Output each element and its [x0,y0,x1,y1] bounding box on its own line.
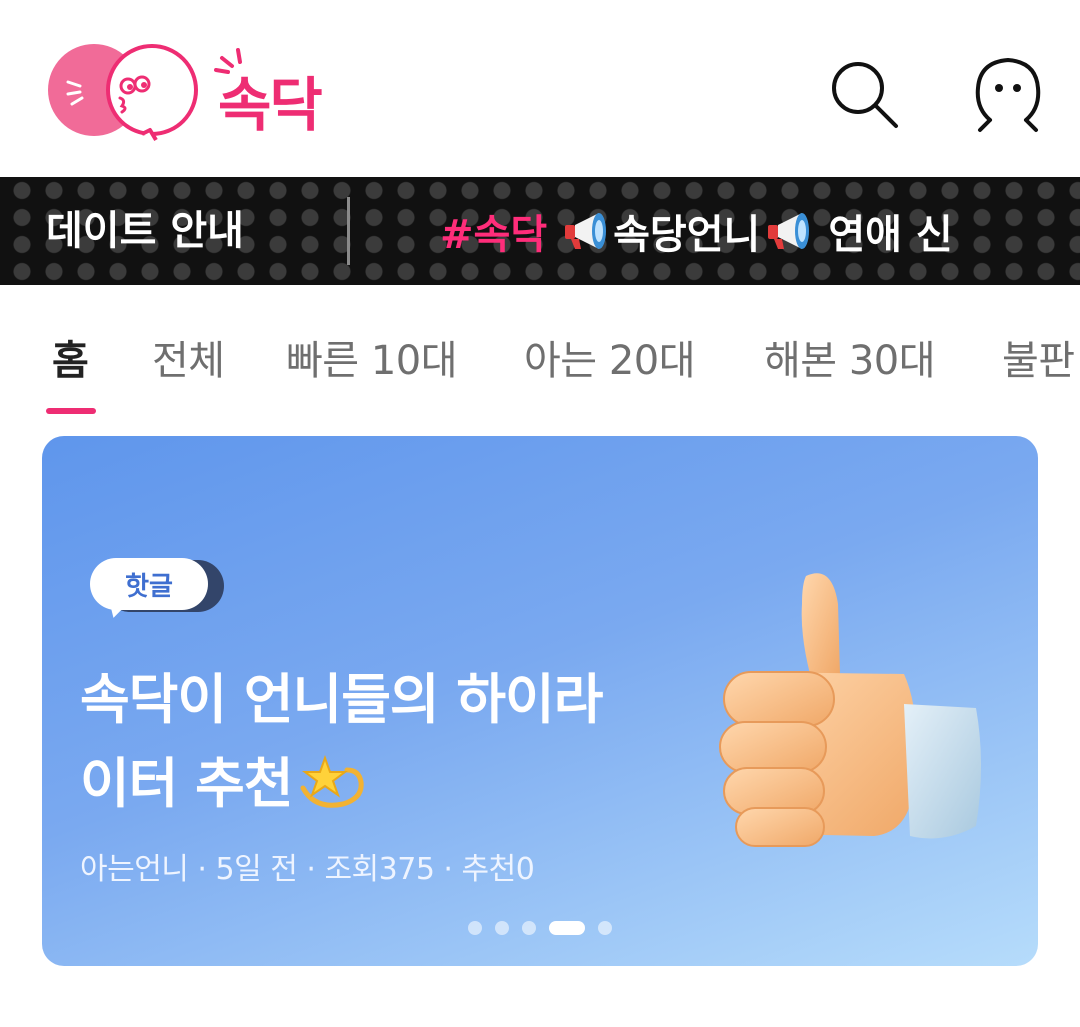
tab-teens[interactable]: 빠른 10대 [286,328,458,386]
tab-thirties[interactable]: 해본 30대 [764,328,936,386]
tab-all[interactable]: 전체 [152,328,225,386]
notice-ticker[interactable]: #속닥 속당언니 연애 신 [440,177,1080,285]
banner-title-line2-wrap: 이터 추천 [80,742,680,826]
ticker-item: 속당언니 [613,212,761,258]
thumbs-up-icon [719,573,981,847]
banner-meta: 아는언니 · 5일 전 · 조회375 · 추천0 [80,852,535,887]
dizzy-star-icon [300,755,364,808]
logo-wordmark: 속닥 [218,71,323,139]
notice-label: 데이트 안내 [46,208,244,254]
hot-badge: 핫글 [90,558,230,622]
app-screen: 속닥 데이트 안내 #속닥 속당언니 연애 신 홈 전체 빠른 10대 아는 2… [0,0,1080,1027]
carousel-dot-active[interactable] [549,921,585,935]
category-tabs: 홈 전체 빠른 10대 아는 20대 해본 30대 불판 [0,300,1080,420]
hot-badge-label: 핫글 [90,558,208,610]
notice-divider [347,197,350,265]
profile-icon[interactable] [970,54,1046,134]
carousel-dot[interactable] [495,921,509,935]
megaphone-icon [768,213,810,249]
banner-title-line2: 이터 추천 [80,752,294,815]
search-icon[interactable] [826,56,902,132]
carousel-dots [468,920,625,936]
tab-twenties[interactable]: 아는 20대 [524,328,696,386]
carousel-dot[interactable] [468,921,482,935]
megaphone-icon [565,213,607,249]
carousel-dot[interactable] [522,921,536,935]
banner-title: 속닥이 언니들의 하이라 이터 추천 [80,658,680,826]
app-header: 속닥 [0,0,1080,177]
carousel-dot[interactable] [598,921,612,935]
ticker-hashtag: #속닥 [440,212,548,258]
tab-grill[interactable]: 불판 [1002,328,1075,386]
banner-title-line1: 속닥이 언니들의 하이라 [80,668,603,731]
active-tab-indicator [46,408,96,414]
notice-bar[interactable]: 데이트 안내 #속닥 속당언니 연애 신 [0,177,1080,285]
ticker-item: 연애 신 [828,212,953,258]
tab-home[interactable]: 홈 [52,328,89,386]
hot-post-banner[interactable]: 핫글 속닥이 언니들의 하이라 이터 추천 아는언니 · 5일 전 · 조회37… [42,436,1038,966]
